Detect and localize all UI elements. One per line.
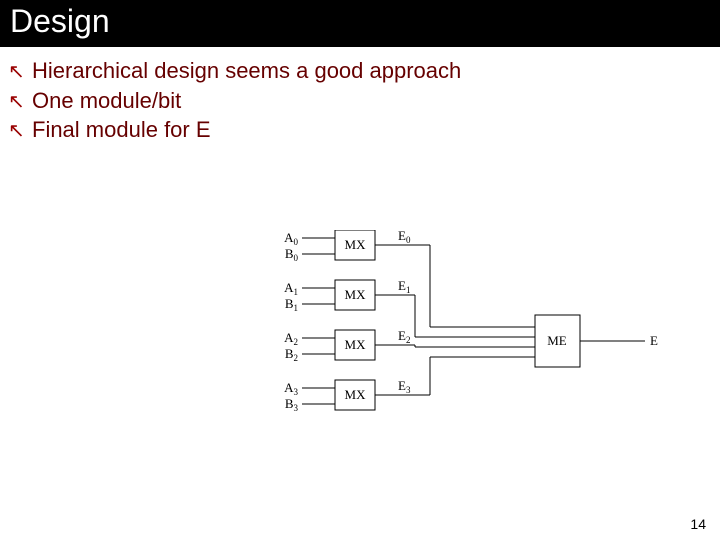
bullet-item: ↖ One module/bit — [8, 87, 720, 115]
input-label: B3 — [285, 396, 299, 413]
final-output-label: E — [650, 333, 658, 348]
slide: Design ↖ Hierarchical design seems a goo… — [0, 0, 720, 540]
input-label: B2 — [285, 346, 298, 363]
mx-block-0: A0 B0 MX E0 — [284, 230, 535, 327]
bullet-arrow-icon: ↖ — [8, 90, 32, 114]
slide-title: Design — [0, 0, 720, 47]
input-label: A0 — [284, 230, 298, 247]
mx-block-1: A1 B1 MX E1 — [284, 278, 535, 337]
mx-block-2: A2 B2 MX E2 — [284, 328, 535, 363]
block-label: MX — [345, 387, 367, 402]
output-label: E2 — [398, 328, 410, 345]
bullet-arrow-icon: ↖ — [8, 60, 32, 84]
page-number: 14 — [690, 516, 706, 532]
block-diagram: A0 B0 MX E0 A1 B1 MX E1 A2 — [280, 230, 660, 460]
bullet-item: ↖ Hierarchical design seems a good appro… — [8, 57, 720, 85]
input-label: A3 — [284, 380, 298, 397]
output-label: E1 — [398, 278, 410, 295]
output-label: E0 — [398, 230, 411, 245]
block-label: MX — [345, 287, 367, 302]
input-label: B0 — [285, 246, 299, 263]
input-label: A2 — [284, 330, 298, 347]
mx-block-3: A3 B3 MX E3 — [284, 357, 535, 413]
me-block: ME E — [535, 315, 658, 367]
bullet-text: Final module for E — [32, 116, 211, 144]
bullet-text: Hierarchical design seems a good approac… — [32, 57, 461, 85]
bullet-item: ↖ Final module for E — [8, 116, 720, 144]
output-label: E3 — [398, 378, 411, 395]
bullet-text: One module/bit — [32, 87, 181, 115]
bullet-list: ↖ Hierarchical design seems a good appro… — [0, 57, 720, 144]
block-label: ME — [547, 333, 567, 348]
block-label: MX — [345, 337, 367, 352]
block-label: MX — [345, 237, 367, 252]
input-label: A1 — [284, 280, 298, 297]
bullet-arrow-icon: ↖ — [8, 119, 32, 143]
input-label: B1 — [285, 296, 298, 313]
